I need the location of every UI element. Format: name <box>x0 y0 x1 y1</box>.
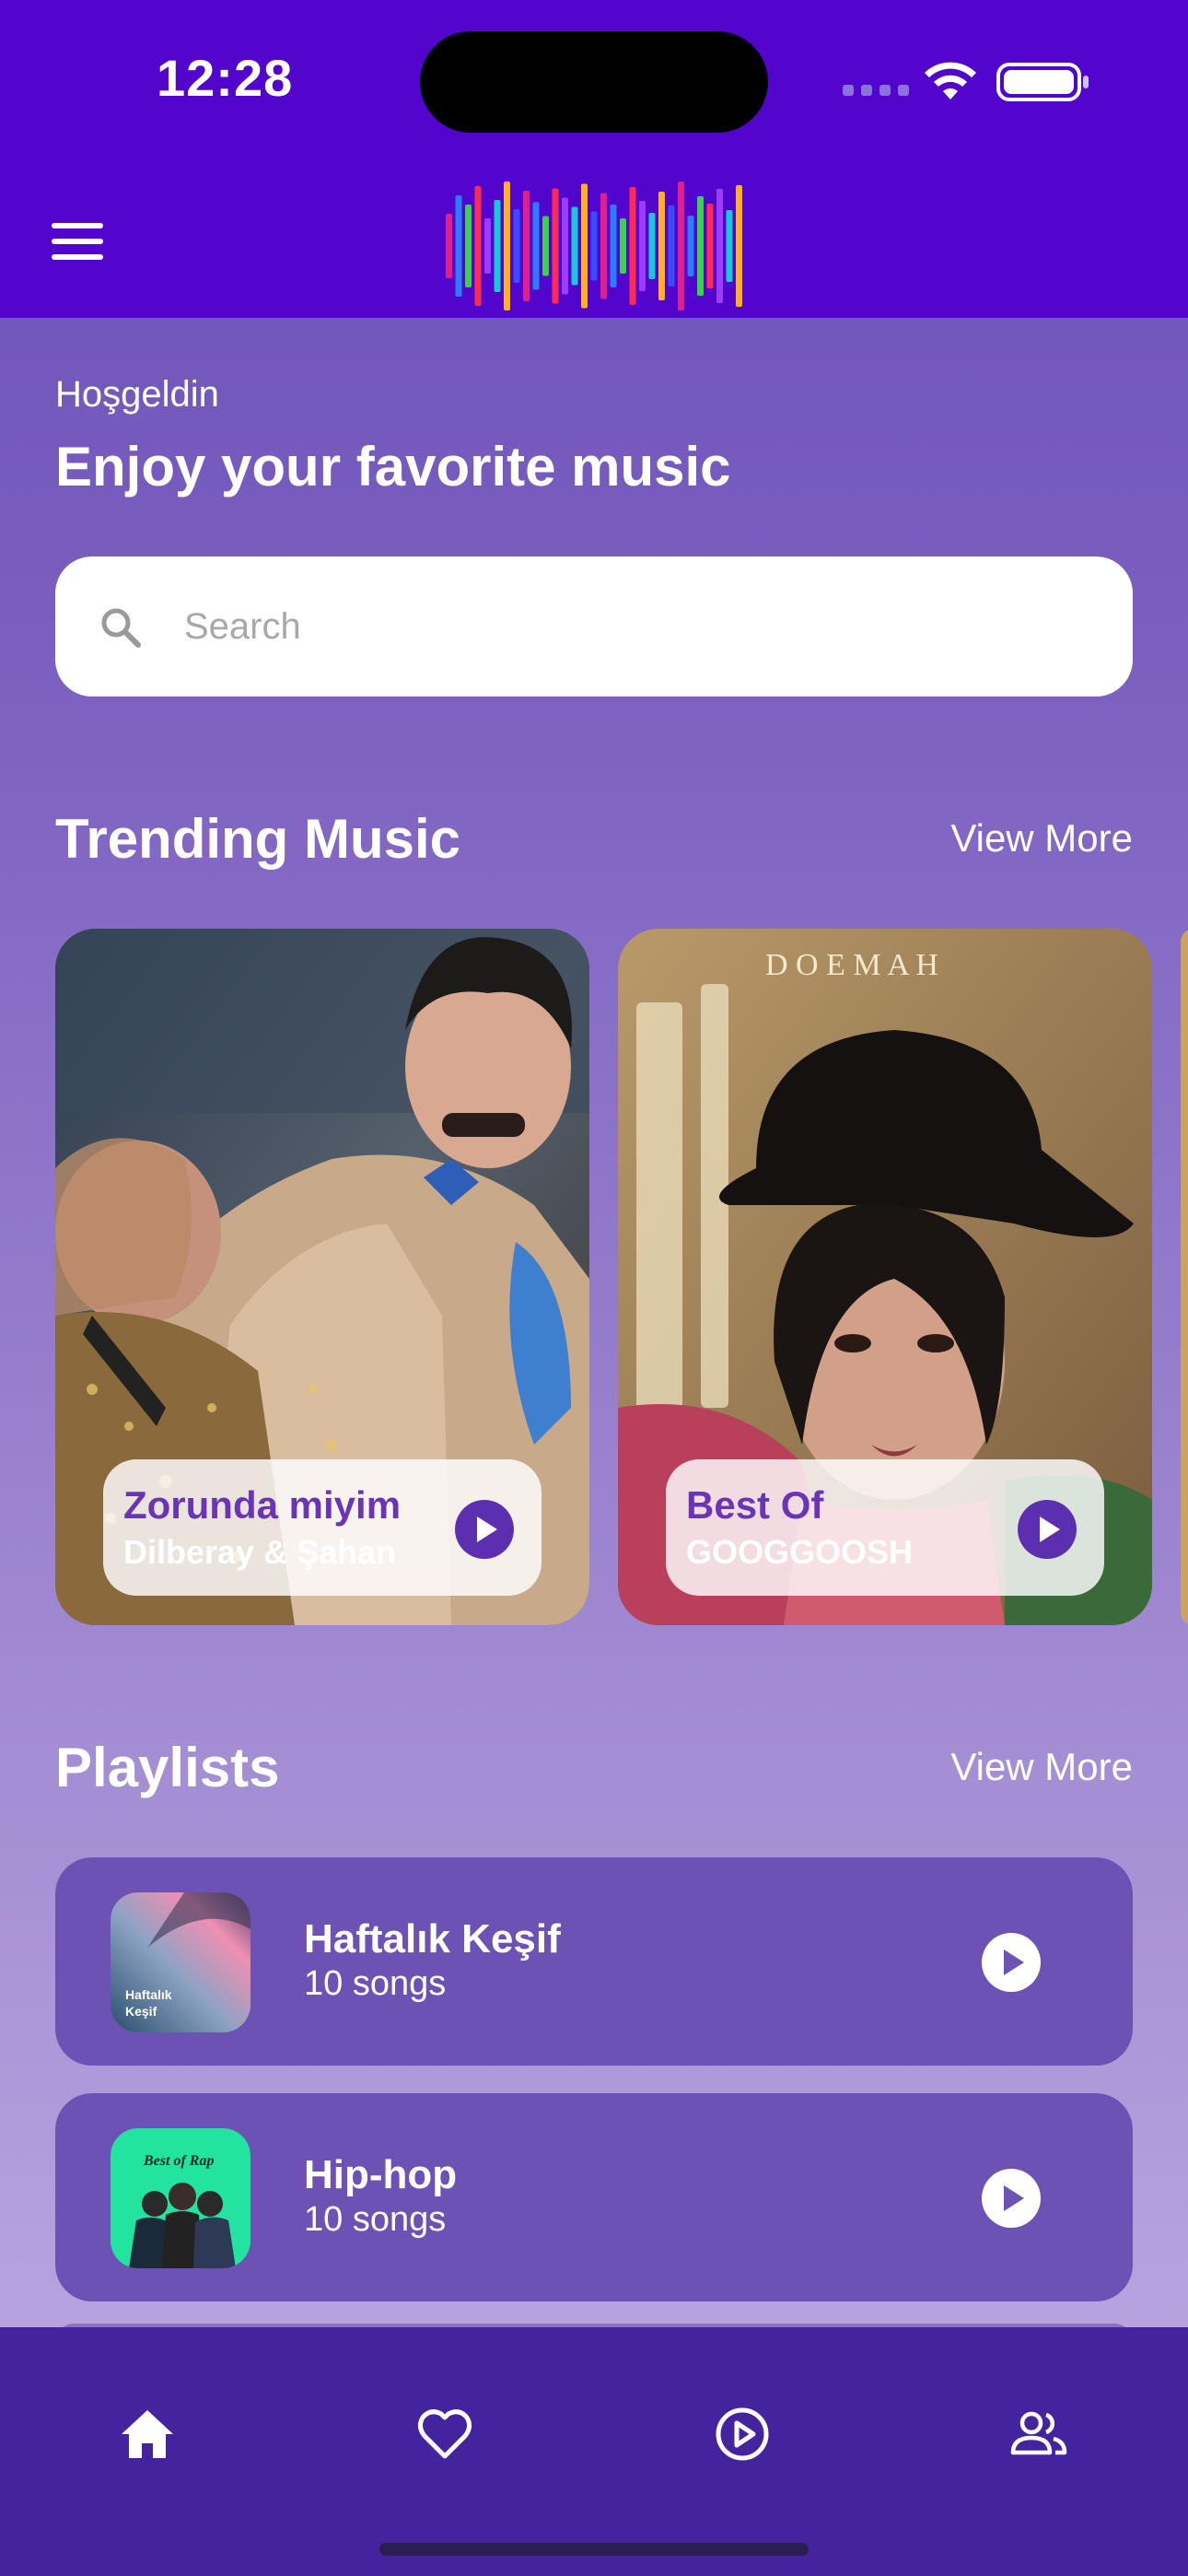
status-bar: 12:28 <box>0 0 1188 157</box>
card-info-panel: Best Of GOOGGOOSH <box>666 1459 1104 1596</box>
logo-bar <box>716 189 723 303</box>
logo-bar <box>446 214 452 278</box>
logo-bar <box>639 201 646 291</box>
playlists-view-more-link[interactable]: View More <box>950 1745 1133 1789</box>
status-time: 12:28 <box>157 49 294 107</box>
logo-bar <box>600 193 607 299</box>
cover-text-line2: Keşif <box>125 2004 157 2019</box>
play-button-icon[interactable] <box>982 1933 1041 1992</box>
logo-bar <box>484 218 491 274</box>
playlists-section-title: Playlists <box>55 1737 280 1798</box>
nav-people-icon[interactable] <box>1009 2405 1068 2464</box>
playlist-song-count: 10 songs <box>304 1964 447 2003</box>
logo-bar <box>494 200 501 292</box>
logo-bar <box>474 186 482 306</box>
play-button-icon[interactable] <box>1018 1500 1077 1559</box>
card-artist: GOOGGOOSH <box>686 1533 914 1571</box>
logo-bar <box>620 218 626 274</box>
greeting-text: Hoşgeldin <box>55 374 219 415</box>
logo-bar <box>532 202 540 290</box>
logo-bar <box>678 181 684 310</box>
logo-bar <box>523 191 530 301</box>
logo-bar <box>513 209 520 283</box>
nav-home-icon[interactable] <box>118 2405 177 2464</box>
trending-card[interactable]: D O E M A H Best Of GOOGGOOSH <box>618 929 1152 1625</box>
logo-bar <box>465 205 472 287</box>
search-icon <box>101 608 141 648</box>
search-input[interactable] <box>184 556 1087 697</box>
logo-bar <box>668 205 675 287</box>
hamburger-menu-icon[interactable] <box>52 223 103 260</box>
logo-bar <box>726 210 733 282</box>
home-indicator <box>379 2543 809 2556</box>
app-header <box>0 157 1188 318</box>
cellular-signal-icon <box>843 85 909 96</box>
logo-bar <box>542 216 549 276</box>
card-artist: Dilberay & Şahan <box>123 1533 397 1571</box>
wifi-icon <box>925 62 976 100</box>
trending-card[interactable]: Zorunda miyim Dilberay & Şahan <box>55 929 589 1625</box>
logo-bar <box>658 192 665 300</box>
svg-text:D O E M A H: D O E M A H <box>765 948 938 982</box>
playlist-name: Haftalık Keşif <box>304 1916 561 1961</box>
logo-bar <box>687 216 694 276</box>
logo-bar <box>610 205 617 287</box>
play-button-icon[interactable] <box>455 1500 514 1559</box>
play-button-icon[interactable] <box>982 2169 1041 2228</box>
logo-bar <box>590 211 598 281</box>
battery-icon <box>996 63 1089 101</box>
nav-heart-icon[interactable] <box>415 2405 474 2464</box>
equalizer-logo <box>446 181 742 310</box>
logo-bar <box>455 195 462 297</box>
logo-bar <box>736 185 742 307</box>
playlist-name: Hip-hop <box>304 2152 458 2197</box>
page-headline: Enjoy your favorite music <box>55 436 731 498</box>
logo-bar <box>706 204 714 288</box>
cover-text: Best of Rap <box>143 2153 214 2169</box>
logo-bar <box>648 213 656 279</box>
trending-card-peek <box>1181 929 1188 1625</box>
dynamic-island <box>420 31 768 133</box>
playlist-cover-image: Haftalık Keşif <box>111 1892 250 2032</box>
search-bar[interactable] <box>55 556 1133 697</box>
card-info-panel: Zorunda miyim Dilberay & Şahan <box>103 1459 542 1596</box>
playlist-song-count: 10 songs <box>304 2200 447 2239</box>
logo-bar <box>552 188 559 304</box>
logo-bar <box>504 181 510 310</box>
playlist-cover-image: Best of Rap <box>111 2128 250 2268</box>
card-title: Zorunda miyim <box>123 1483 402 1527</box>
nav-play-circle-icon[interactable] <box>713 2405 772 2464</box>
logo-bar <box>629 187 636 305</box>
cover-text-line1: Haftalık <box>125 1987 172 2002</box>
trending-view-more-link[interactable]: View More <box>950 816 1133 861</box>
logo-bar <box>697 196 704 296</box>
playlist-item[interactable]: Best of Rap Hip-hop 10 songs <box>55 2093 1133 2301</box>
logo-bar <box>581 183 588 309</box>
bottom-navigation <box>0 2327 1188 2576</box>
logo-bar <box>571 206 578 286</box>
playlist-item[interactable]: Haftalık Keşif Haftalık Keşif 10 songs <box>55 1857 1133 2066</box>
trending-section-title: Trending Music <box>55 808 461 870</box>
logo-bar <box>562 197 568 295</box>
card-title: Best Of <box>686 1483 824 1527</box>
